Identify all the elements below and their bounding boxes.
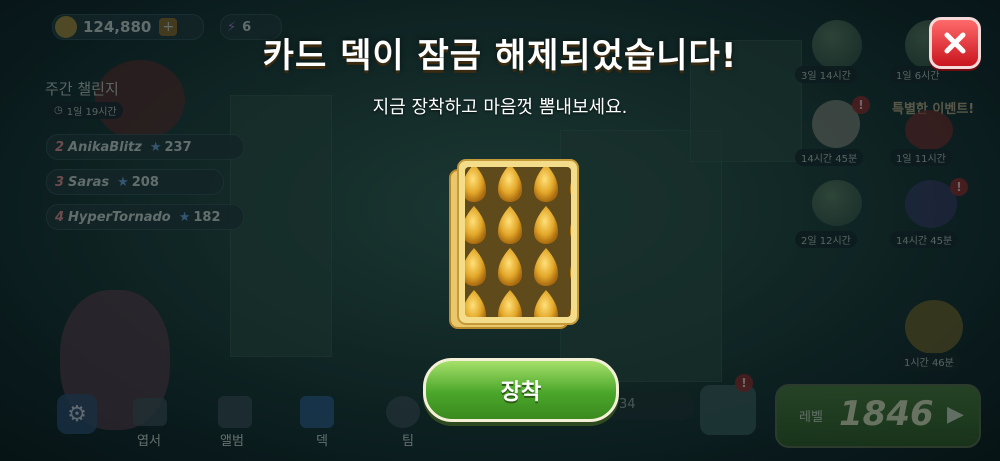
close-button[interactable]: [929, 17, 981, 69]
close-icon: [944, 32, 966, 54]
modal-subtitle: 지금 장착하고 마음껏 뽐내보세요.: [372, 97, 628, 118]
card-back-image: [449, 159, 579, 329]
modal-title: 카드 덱이 잠금 해제되었습니다!: [262, 36, 738, 76]
card-deck-illustration: [448, 158, 579, 329]
equip-button[interactable]: 장착: [423, 358, 619, 422]
